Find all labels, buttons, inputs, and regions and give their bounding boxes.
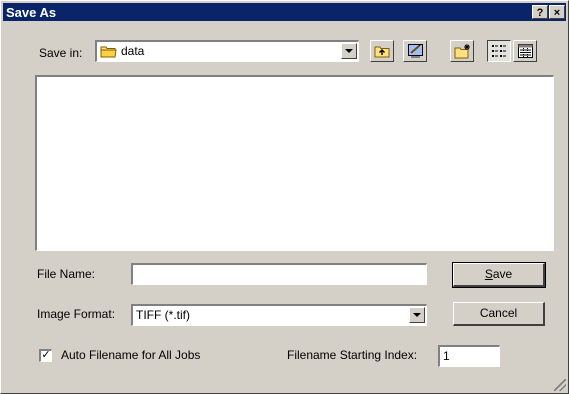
save-in-label: Save in: (39, 46, 83, 60)
auto-filename-label: Auto Filename for All Jobs (61, 348, 201, 362)
save-as-dialog: Save As ? × Save in: data File Name: Sav… (0, 0, 569, 394)
starting-index-label: Filename Starting Index: (287, 348, 418, 362)
folder-icon (100, 44, 117, 61)
up-one-level-button[interactable] (370, 40, 394, 62)
image-format-label: Image Format: (37, 307, 116, 321)
save-button[interactable]: Save (452, 262, 546, 288)
chevron-down-icon[interactable] (409, 307, 425, 323)
help-button[interactable]: ? (532, 5, 548, 19)
auto-filename-checkbox[interactable]: ✓ (39, 349, 52, 362)
file-list[interactable] (35, 75, 554, 251)
new-folder-button[interactable] (450, 40, 474, 62)
cancel-button[interactable]: Cancel (453, 302, 545, 326)
list-view-button[interactable] (487, 40, 511, 62)
resize-grip[interactable] (554, 379, 566, 391)
save-in-value: data (121, 44, 145, 58)
file-name-label: File Name: (37, 267, 96, 281)
image-format-select[interactable]: TIFF (*.tif) (131, 304, 427, 326)
file-name-input[interactable] (131, 263, 427, 285)
chevron-down-icon[interactable] (341, 43, 357, 59)
close-button[interactable]: × (549, 5, 565, 19)
save-button-label: ave (492, 267, 513, 281)
starting-index-input[interactable]: 1 (438, 345, 500, 367)
image-format-value: TIFF (*.tif) (136, 308, 190, 322)
details-view-button[interactable] (513, 40, 537, 62)
starting-index-value: 1 (443, 349, 450, 363)
title-bar[interactable]: Save As ? × (3, 3, 566, 21)
dialog-title: Save As (6, 5, 57, 20)
save-in-combo[interactable]: data (95, 40, 359, 62)
save-button-mnemonic: S (484, 267, 493, 281)
desktop-button[interactable] (403, 40, 427, 62)
